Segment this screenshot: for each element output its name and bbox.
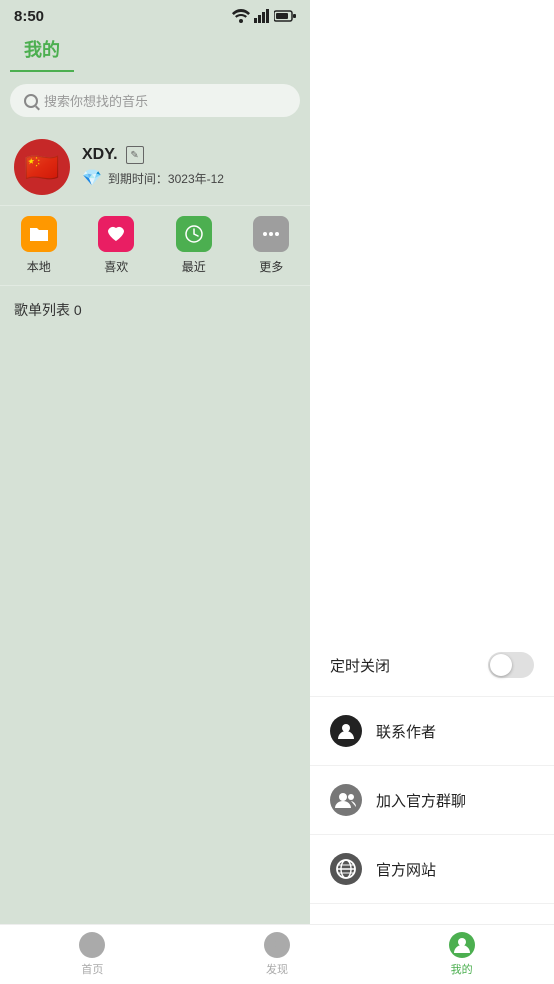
quick-item-liked[interactable]: 喜欢 <box>78 216 156 275</box>
user-profile: 🇨🇳 XDY. ✎ 💎 到期时间：3023年-12 <box>0 129 310 205</box>
diamond-icon: 💎 <box>82 168 102 188</box>
search-placeholder: 搜索你想找的音乐 <box>44 91 148 110</box>
playlist-section: 歌单列表 0 <box>0 286 310 334</box>
quick-label-recent: 最近 <box>182 258 206 275</box>
nav-label-discover: 发现 <box>266 961 288 977</box>
status-icons <box>232 9 296 23</box>
battery-icon <box>274 10 296 22</box>
nav-item-mine[interactable]: 我的 <box>369 925 554 984</box>
playlist-title: 歌单列表 0 <box>14 302 82 318</box>
user-info: XDY. ✎ 💎 到期时间：3023年-12 <box>82 146 296 188</box>
home-icon <box>79 932 105 958</box>
wifi-icon <box>232 9 250 23</box>
menu-label-contact: 联系作者 <box>376 721 534 742</box>
timer-toggle[interactable] <box>488 652 534 678</box>
username-row: XDY. ✎ <box>82 146 296 164</box>
quick-label-local: 本地 <box>27 258 51 275</box>
planet-svg <box>335 858 357 880</box>
nav-label-mine: 我的 <box>451 961 473 977</box>
username: XDY. <box>82 146 118 164</box>
quick-item-more[interactable]: 更多 <box>233 216 311 275</box>
heart-icon <box>98 216 134 252</box>
status-time: 8:50 <box>14 8 44 25</box>
discover-icon <box>264 932 290 958</box>
nav-label-home: 首页 <box>81 961 103 977</box>
right-panel: 定时关闭 联系作者 <box>310 0 554 984</box>
person-svg <box>336 721 356 741</box>
more-icon <box>253 216 289 252</box>
timer-label: 定时关闭 <box>330 655 488 676</box>
menu-row-group[interactable]: 加入官方群聊 <box>310 766 554 835</box>
quick-label-more: 更多 <box>259 258 283 275</box>
person-icon <box>330 715 362 747</box>
group-icon <box>330 784 362 816</box>
page-title: 我的 <box>10 32 74 72</box>
quick-item-local[interactable]: 本地 <box>0 216 78 275</box>
group-svg <box>335 790 357 810</box>
page-title-container: 我的 <box>0 32 310 72</box>
menu-section: 定时关闭 联系作者 <box>310 0 554 984</box>
signal-icon <box>254 9 270 23</box>
left-panel: 8:50 我的 <box>0 0 310 984</box>
toggle-knob <box>490 654 512 676</box>
menu-row-contact[interactable]: 联系作者 <box>310 697 554 766</box>
vip-row: 💎 到期时间：3023年-12 <box>82 168 296 188</box>
clock-icon <box>176 216 212 252</box>
vip-text: 到期时间：3023年-12 <box>108 170 224 187</box>
nav-item-discover[interactable]: 发现 <box>185 925 370 984</box>
mine-icon <box>449 932 475 958</box>
timer-row: 定时关闭 <box>310 634 554 697</box>
search-icon <box>24 94 38 108</box>
status-bar: 8:50 <box>0 0 310 32</box>
quick-item-recent[interactable]: 最近 <box>155 216 233 275</box>
avatar-emoji: 🇨🇳 <box>25 151 60 184</box>
nav-item-home[interactable]: 首页 <box>0 925 185 984</box>
folder-icon <box>21 216 57 252</box>
planet-icon <box>330 853 362 885</box>
avatar: 🇨🇳 <box>14 139 70 195</box>
edit-icon[interactable]: ✎ <box>126 146 144 164</box>
menu-row-website[interactable]: 官方网站 <box>310 835 554 904</box>
quick-label-liked: 喜欢 <box>104 258 128 275</box>
menu-label-group: 加入官方群聊 <box>376 790 534 811</box>
menu-label-website: 官方网站 <box>376 859 534 880</box>
search-bar[interactable]: 搜索你想找的音乐 <box>10 84 300 117</box>
quick-access: 本地 喜欢 最近 更多 <box>0 205 310 286</box>
bottom-nav: 首页 发现 我的 <box>0 924 554 984</box>
